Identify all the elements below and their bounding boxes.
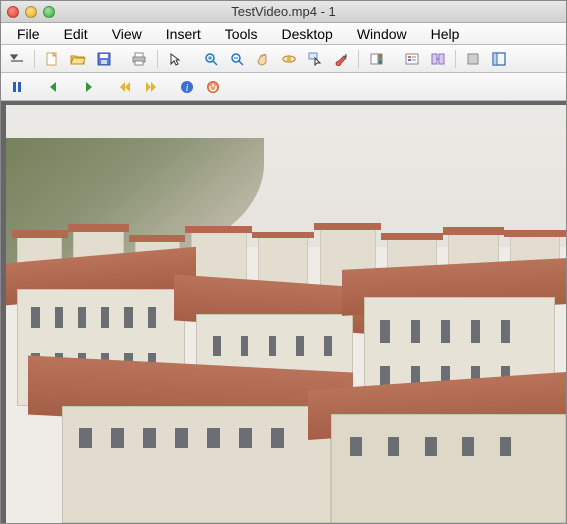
menu-tools[interactable]: Tools (213, 24, 270, 44)
titlebar: TestVideo.mp4 - 1 (1, 1, 566, 23)
menubar: File Edit View Insert Tools Desktop Wind… (1, 23, 566, 45)
save-button[interactable] (92, 48, 116, 70)
open-file-button[interactable] (66, 48, 90, 70)
stop-button[interactable] (201, 76, 225, 98)
print-button[interactable] (128, 48, 152, 70)
insert-colorbar-button[interactable] (364, 48, 388, 70)
zoom-window-icon[interactable] (43, 6, 55, 18)
info-button[interactable]: i (175, 76, 199, 98)
rotate-3d-button[interactable] (277, 48, 301, 70)
building (62, 406, 331, 523)
hide-plot-tools-button[interactable] (461, 48, 485, 70)
building (331, 414, 566, 523)
app-window: TestVideo.mp4 - 1 File Edit View Insert … (0, 0, 567, 524)
figure-canvas[interactable] (1, 101, 566, 523)
data-cursor-button[interactable] (303, 48, 327, 70)
new-file-button[interactable] (40, 48, 64, 70)
svg-text:i: i (186, 83, 189, 94)
dock-button[interactable] (5, 48, 29, 70)
menu-file[interactable]: File (5, 24, 52, 44)
play-button[interactable] (77, 76, 101, 98)
close-icon[interactable] (7, 6, 19, 18)
zoom-in-button[interactable] (199, 48, 223, 70)
separator (157, 50, 158, 68)
figure-toolbar (1, 45, 566, 73)
menu-view[interactable]: View (100, 24, 154, 44)
step-back-button[interactable] (41, 76, 65, 98)
fast-forward-button[interactable] (139, 76, 163, 98)
pause-button[interactable] (5, 76, 29, 98)
video-frame (6, 105, 566, 523)
menu-insert[interactable]: Insert (154, 24, 213, 44)
insert-legend-button[interactable] (400, 48, 424, 70)
menu-help[interactable]: Help (419, 24, 472, 44)
separator (34, 50, 35, 68)
zoom-out-button[interactable] (225, 48, 249, 70)
window-title: TestVideo.mp4 - 1 (1, 4, 566, 19)
link-plots-button[interactable] (426, 48, 450, 70)
cursor-button[interactable] (163, 48, 187, 70)
menu-edit[interactable]: Edit (52, 24, 100, 44)
menu-desktop[interactable]: Desktop (269, 24, 344, 44)
pan-button[interactable] (251, 48, 275, 70)
menu-window[interactable]: Window (345, 24, 419, 44)
window-controls (7, 6, 55, 18)
playback-toolbar: i (1, 73, 566, 101)
separator (358, 50, 359, 68)
minimize-icon[interactable] (25, 6, 37, 18)
brush-button[interactable] (329, 48, 353, 70)
rewind-button[interactable] (113, 76, 137, 98)
show-plot-tools-button[interactable] (487, 48, 511, 70)
separator (455, 50, 456, 68)
